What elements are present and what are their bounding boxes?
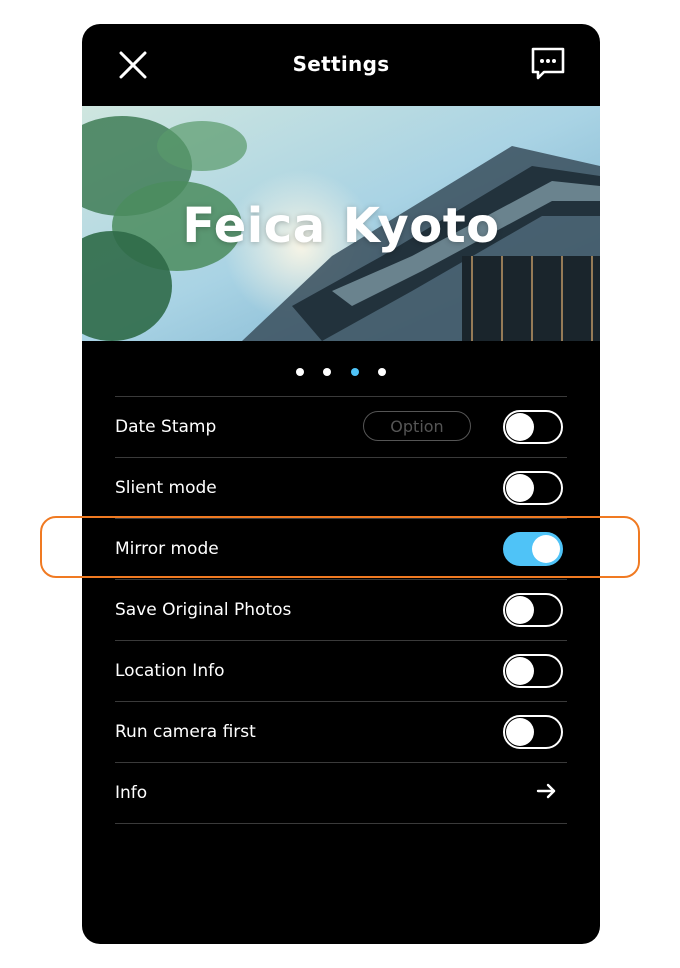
setting-row-silent-mode: Slient mode <box>115 457 567 518</box>
banner-image: Feica Kyoto <box>82 106 600 341</box>
setting-label: Location Info <box>115 661 225 681</box>
silent-mode-toggle[interactable] <box>503 471 563 505</box>
arrow-right-icon[interactable] <box>535 779 559 803</box>
setting-row-location-info: Location Info <box>115 640 567 701</box>
settings-list: Date Stamp Option Slient mode Mirror mod… <box>115 396 567 824</box>
setting-label: Mirror mode <box>115 539 219 559</box>
setting-label: Run camera first <box>115 722 256 742</box>
toggle-knob <box>506 413 534 441</box>
location-info-toggle[interactable] <box>503 654 563 688</box>
page-dot[interactable] <box>323 367 332 376</box>
toggle-knob <box>532 535 560 563</box>
page-indicator <box>82 361 600 376</box>
page-title: Settings <box>292 52 390 76</box>
save-original-photos-toggle[interactable] <box>503 593 563 627</box>
page-dot-active[interactable] <box>350 367 359 376</box>
run-camera-first-toggle[interactable] <box>503 715 563 749</box>
setting-label: Slient mode <box>115 478 217 498</box>
setting-row-run-camera-first: Run camera first <box>115 701 567 762</box>
setting-row-date-stamp: Date Stamp Option <box>115 396 567 457</box>
setting-row-save-original-photos: Save Original Photos <box>115 579 567 640</box>
setting-label: Date Stamp <box>115 417 217 437</box>
setting-label: Info <box>115 783 148 803</box>
mirror-mode-toggle[interactable] <box>503 532 563 566</box>
settings-screen: Settings Feica Kyoto Date Stamp Option S… <box>82 24 600 944</box>
page-dot[interactable] <box>377 367 386 376</box>
chat-bubble-icon[interactable] <box>530 46 566 82</box>
toggle-knob <box>506 474 534 502</box>
top-bar: Settings <box>82 24 600 106</box>
setting-label: Save Original Photos <box>115 600 292 620</box>
banner-title: Feica Kyoto <box>182 198 500 254</box>
toggle-knob <box>506 596 534 624</box>
date-stamp-toggle[interactable] <box>503 410 563 444</box>
toggle-knob <box>506 657 534 685</box>
setting-row-info[interactable]: Info <box>115 762 567 824</box>
setting-row-mirror-mode: Mirror mode <box>115 518 567 579</box>
page-dot[interactable] <box>296 367 305 376</box>
toggle-knob <box>506 718 534 746</box>
option-button[interactable]: Option <box>363 411 471 441</box>
